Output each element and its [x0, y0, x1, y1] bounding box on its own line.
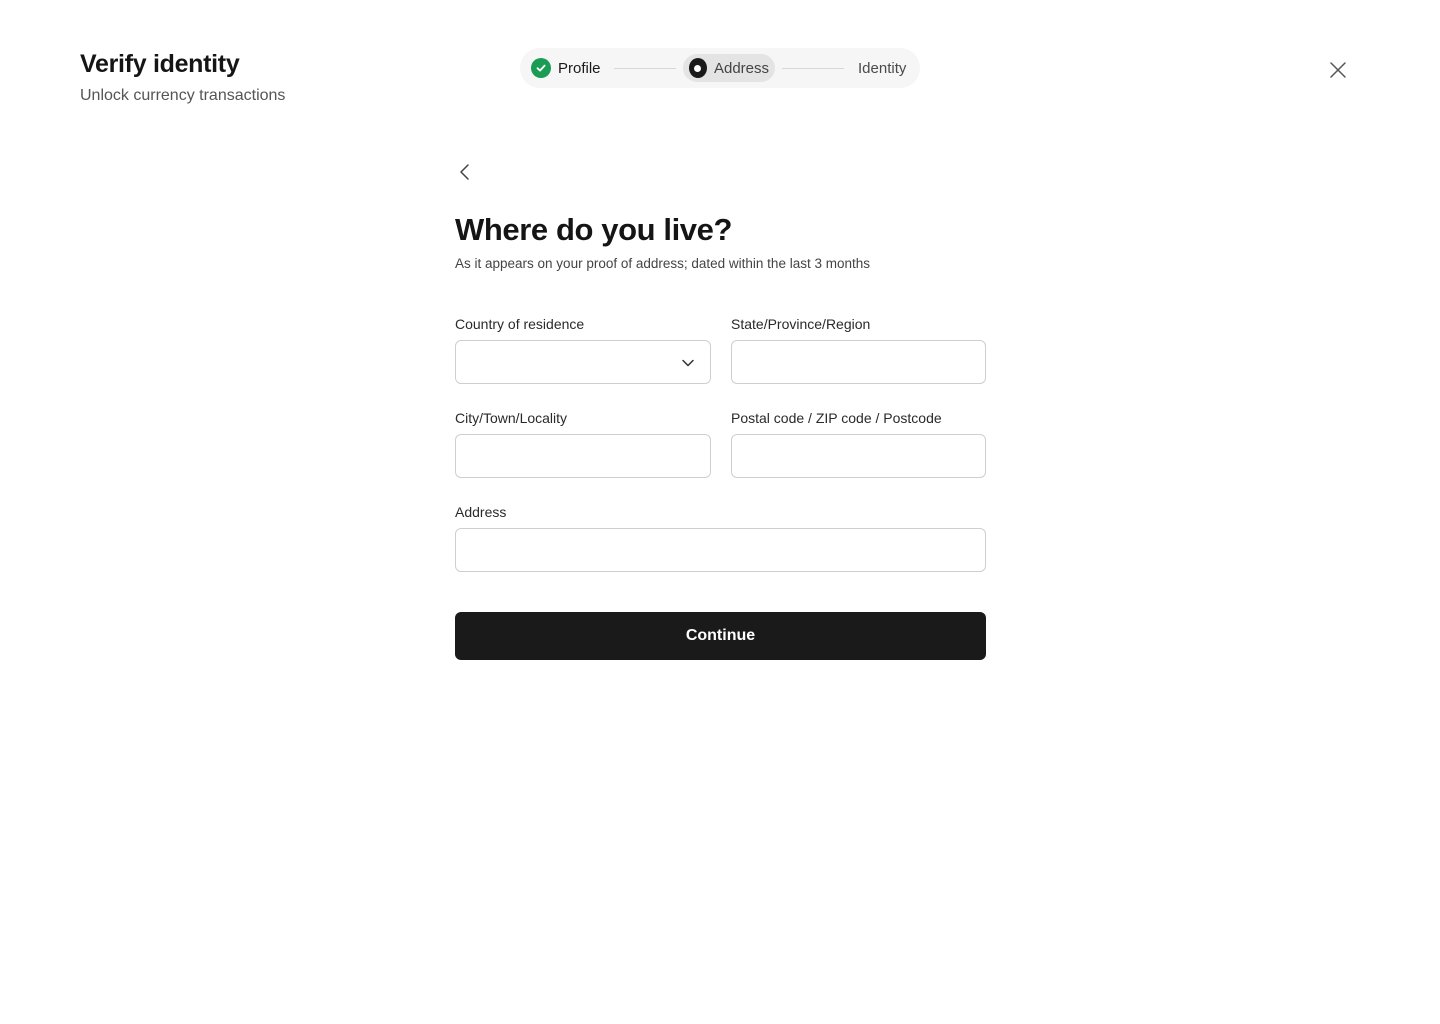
country-label: Country of residence: [455, 316, 585, 332]
state-input[interactable]: [731, 340, 986, 384]
step-profile[interactable]: Profile: [530, 54, 605, 82]
chevron-down-icon: [682, 359, 694, 367]
back-button[interactable]: [455, 162, 475, 182]
form-heading: Where do you live?: [455, 212, 733, 247]
step-address[interactable]: Address: [683, 54, 775, 82]
page-title: Verify identity: [80, 50, 240, 78]
dot-circle-icon: [689, 58, 707, 78]
postal-code-label: Postal code / ZIP code / Postcode: [731, 410, 942, 426]
step-address-label: Address: [713, 59, 769, 77]
verify-identity-page: Verify identity Unlock currency transact…: [0, 0, 1440, 1024]
city-label: City/Town/Locality: [455, 410, 568, 426]
country-select[interactable]: [455, 340, 711, 384]
step-profile-label: Profile: [558, 59, 601, 77]
chevron-left-icon: [460, 164, 469, 180]
step-connector: [782, 68, 844, 69]
step-identity-label: Identity: [858, 59, 907, 77]
continue-button[interactable]: Continue: [455, 612, 986, 660]
page-subtitle: Unlock currency transactions: [80, 87, 286, 104]
check-circle-icon: [531, 58, 551, 78]
close-icon: [1330, 62, 1346, 78]
address-label: Address: [455, 504, 507, 520]
progress-stepper: Profile Address Identity: [520, 48, 920, 88]
postal-code-input[interactable]: [731, 434, 986, 478]
close-button[interactable]: [1326, 58, 1350, 82]
state-label: State/Province/Region: [731, 316, 871, 332]
form-subheading: As it appears on your proof of address; …: [455, 256, 870, 271]
step-identity[interactable]: Identity: [858, 54, 906, 82]
step-connector: [614, 68, 676, 69]
city-input[interactable]: [455, 434, 711, 478]
address-input[interactable]: [455, 528, 986, 572]
